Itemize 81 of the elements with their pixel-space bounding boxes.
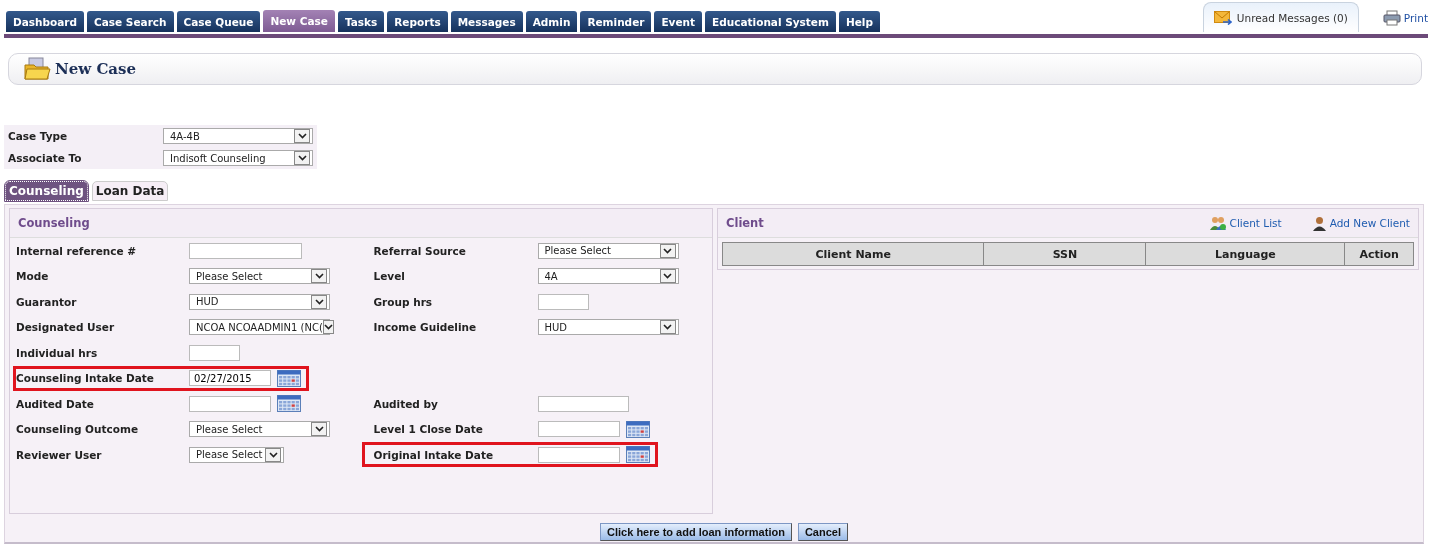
people-icon <box>1209 215 1227 231</box>
text-field[interactable] <box>189 344 240 361</box>
dropdown-field[interactable]: Please Select <box>189 446 284 463</box>
dropdown-caret-icon[interactable] <box>311 422 327 437</box>
field-label: Internal reference # <box>15 244 138 257</box>
dropdown-caret-icon[interactable] <box>322 320 334 335</box>
nav-tab[interactable]: New Case <box>263 10 335 32</box>
calendar-icon[interactable] <box>277 395 301 413</box>
client-link[interactable]: Client List <box>1209 215 1282 231</box>
print-link[interactable]: Print <box>1382 10 1428 26</box>
nav-tab[interactable]: Reminder <box>580 11 652 32</box>
dropdown-field[interactable]: Please Select <box>189 268 330 285</box>
section-tab[interactable]: Loan Data <box>91 181 169 201</box>
nav-tab[interactable]: Tasks <box>337 11 385 32</box>
field-label: Reviewer User <box>15 448 103 461</box>
page-title: New Case <box>55 60 137 78</box>
section-tab[interactable]: Counseling <box>5 181 88 201</box>
field-label: Individual hrs <box>15 346 99 359</box>
field-label: Guarantor <box>15 295 78 308</box>
nav-tab[interactable]: Case Queue <box>176 11 261 32</box>
field-label: Associate To <box>8 151 83 166</box>
date-field[interactable] <box>537 421 620 438</box>
dropdown-field[interactable]: 4A-4B <box>163 128 313 144</box>
field-label: Audited by <box>372 397 439 410</box>
nav-tab[interactable]: Event <box>654 11 703 32</box>
dropdown-caret-icon[interactable] <box>265 447 281 462</box>
form-button[interactable]: Cancel <box>797 523 848 541</box>
field-label: Counseling Intake Date <box>15 372 155 385</box>
section-title: Client <box>726 216 764 230</box>
nav-tab[interactable]: Dashboard <box>6 11 85 32</box>
printer-icon <box>1382 10 1401 26</box>
date-field[interactable]: 02/27/2015 <box>189 370 271 387</box>
envelope-icon <box>1213 10 1232 25</box>
person-icon <box>1311 215 1327 231</box>
dropdown-caret-icon[interactable] <box>659 243 676 258</box>
calendar-icon[interactable] <box>277 369 301 387</box>
dropdown-field[interactable]: HUD <box>189 293 330 310</box>
date-field[interactable] <box>537 446 620 463</box>
dropdown-caret-icon[interactable] <box>294 129 310 143</box>
column-header: Language <box>1145 242 1345 266</box>
dropdown-caret-icon[interactable] <box>311 269 327 284</box>
column-header: Action <box>1344 242 1414 266</box>
dropdown-field[interactable]: Please Select <box>537 242 679 259</box>
date-field[interactable] <box>189 395 271 412</box>
field-label: Audited Date <box>15 397 95 410</box>
calendar-icon[interactable] <box>625 446 650 464</box>
text-field[interactable] <box>537 293 589 310</box>
dropdown-caret-icon[interactable] <box>659 320 676 335</box>
dropdown-field[interactable]: Indisoft Counseling <box>163 150 313 166</box>
form-button[interactable]: Click here to add loan information <box>600 523 792 541</box>
section-title: Counseling <box>18 216 90 230</box>
field-label: Level <box>372 270 406 283</box>
dropdown-caret-icon[interactable] <box>294 151 310 165</box>
column-header: Client Name <box>722 242 984 266</box>
nav-tab[interactable]: Admin <box>525 11 578 32</box>
nav-tab[interactable]: Case Search <box>87 11 174 32</box>
nav-tab[interactable]: Reports <box>387 11 448 32</box>
calendar-icon[interactable] <box>625 420 650 438</box>
field-label: Group hrs <box>372 295 434 308</box>
field-label: Original Intake Date <box>372 448 495 461</box>
nav-tab[interactable]: Educational System <box>705 11 836 32</box>
folder-icon <box>23 57 51 81</box>
field-label: Mode <box>15 270 50 283</box>
dropdown-field[interactable]: HUD <box>537 319 679 336</box>
column-header: SSN <box>983 242 1146 266</box>
dropdown-field[interactable]: Please Select <box>189 421 330 438</box>
nav-tab[interactable]: Help <box>838 11 880 32</box>
unread-messages-tab[interactable]: Unread Messages (0) <box>1202 2 1359 32</box>
field-label: Income Guideline <box>372 321 478 334</box>
text-field[interactable] <box>189 242 302 259</box>
dropdown-field[interactable]: 4A <box>537 268 679 285</box>
nav-tab[interactable]: Messages <box>450 11 523 32</box>
field-label: Level 1 Close Date <box>372 423 484 436</box>
dropdown-caret-icon[interactable] <box>311 294 327 309</box>
field-label: Case Type <box>8 129 69 144</box>
client-link[interactable]: Add New Client <box>1311 215 1410 231</box>
text-field[interactable] <box>537 395 629 412</box>
dropdown-caret-icon[interactable] <box>659 269 676 284</box>
field-label: Referral Source <box>372 244 467 257</box>
field-label: Counseling Outcome <box>15 423 139 436</box>
field-label: Designated User <box>15 321 116 334</box>
